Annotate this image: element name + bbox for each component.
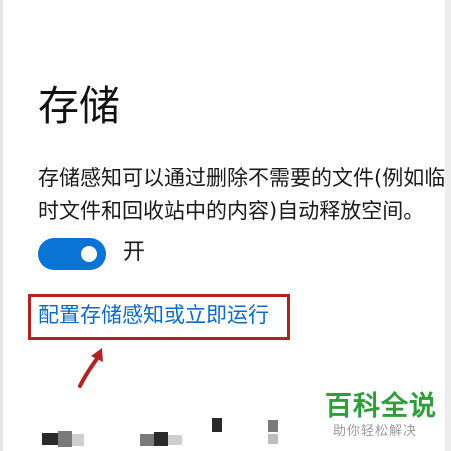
pixel-block [58,431,72,447]
pixel-block [268,420,278,432]
toggle-knob [81,246,97,262]
storage-sense-description: 存储感知可以通过删除不需要的文件(例如临时文件和回收站中的内容)自动释放空间。 [38,166,446,223]
red-arrow-icon [78,348,103,388]
pixel-block [140,434,154,446]
watermark-tagline: 助你轻松解决 [333,424,418,439]
pixel-block [42,433,58,445]
page-title: 存储 [38,82,120,130]
watermark-brand: 百科全说 [325,391,437,422]
window-left-edge [0,0,3,451]
pixel-block [72,434,84,446]
storage-sense-toggle[interactable] [38,238,106,270]
pixel-block [268,434,278,444]
toggle-state-label: 开 [123,240,146,265]
pixel-block [154,432,168,446]
pixel-block [212,418,222,432]
configure-storage-sense-link[interactable]: 配置存储感知或立即运行 [38,298,269,332]
pixel-block [168,435,182,445]
